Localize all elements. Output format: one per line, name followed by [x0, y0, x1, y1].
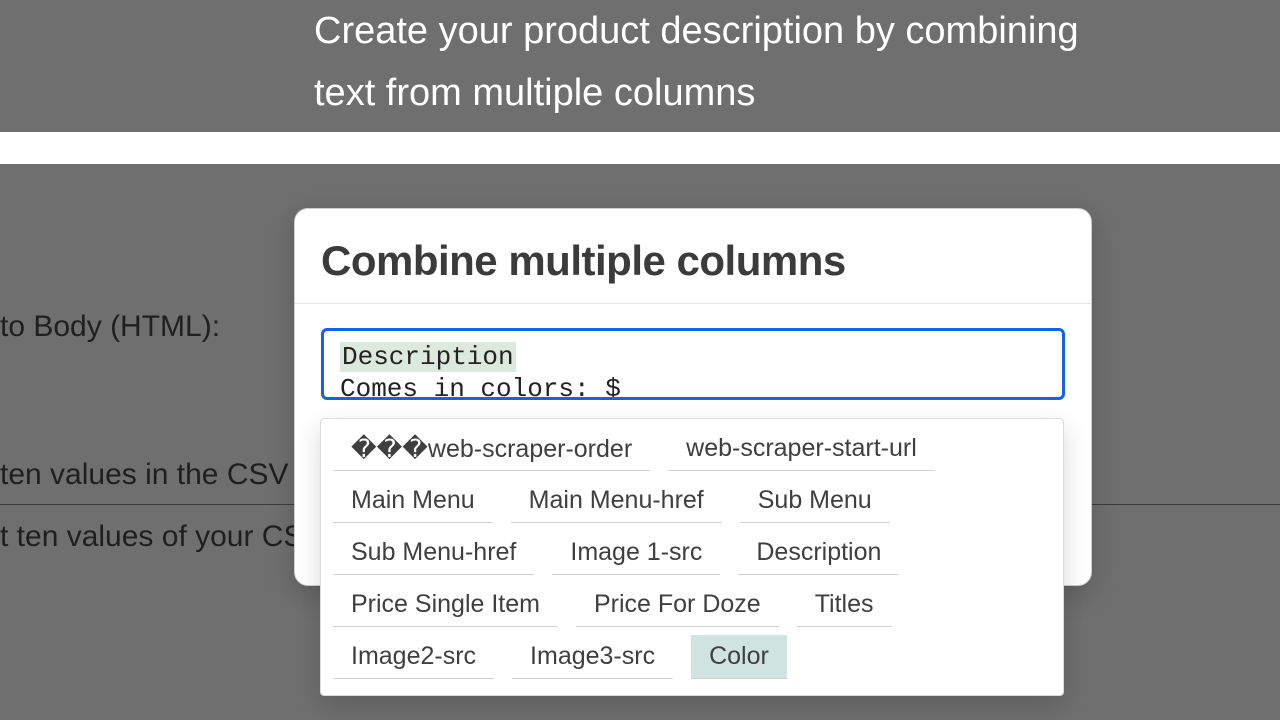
modal-title: Combine multiple columns: [321, 237, 1065, 285]
header-divider: [0, 132, 1280, 164]
column-chip[interactable]: Color: [691, 635, 787, 679]
page-subtitle: Create your product description by combi…: [314, 0, 1134, 124]
column-chip-list: ���web-scraper-order web-scraper-start-ur…: [333, 423, 1051, 683]
column-chip[interactable]: Titles: [797, 583, 892, 627]
editor-line-1: Description: [340, 341, 1046, 373]
template-editor[interactable]: Description Comes in colors: $: [321, 328, 1065, 400]
column-chip[interactable]: Description: [738, 531, 899, 575]
template-editor-wrap: Description Comes in colors: $: [295, 304, 1091, 400]
column-chip[interactable]: Sub Menu: [740, 479, 890, 523]
editor-token-description: Description: [340, 342, 516, 372]
mapping-label: to Body (HTML):: [0, 310, 220, 344]
preview-label-top: ten values in the CSV: [0, 458, 289, 492]
column-chip[interactable]: Price For Doze: [576, 583, 779, 627]
column-chip[interactable]: Sub Menu-href: [333, 531, 534, 575]
column-chip[interactable]: Image2-src: [333, 635, 494, 679]
column-chip[interactable]: ���web-scraper-order: [333, 427, 650, 471]
column-chip[interactable]: Main Menu: [333, 479, 493, 523]
editor-line2-text: Comes in colors:: [340, 374, 605, 400]
column-suggestions-popover: ���web-scraper-order web-scraper-start-ur…: [320, 418, 1064, 696]
editor-cursor-dollar: $: [605, 374, 621, 400]
app-root: Create your product description by combi…: [0, 0, 1280, 720]
modal-header: Combine multiple columns: [295, 209, 1091, 304]
column-chip[interactable]: web-scraper-start-url: [668, 427, 935, 471]
column-chip[interactable]: Price Single Item: [333, 583, 558, 627]
column-chip[interactable]: Main Menu-href: [511, 479, 722, 523]
column-chip[interactable]: Image3-src: [512, 635, 673, 679]
column-chip[interactable]: Image 1-src: [552, 531, 720, 575]
page-header: Create your product description by combi…: [0, 0, 1280, 132]
editor-line-2: Comes in colors: $: [340, 373, 1046, 400]
